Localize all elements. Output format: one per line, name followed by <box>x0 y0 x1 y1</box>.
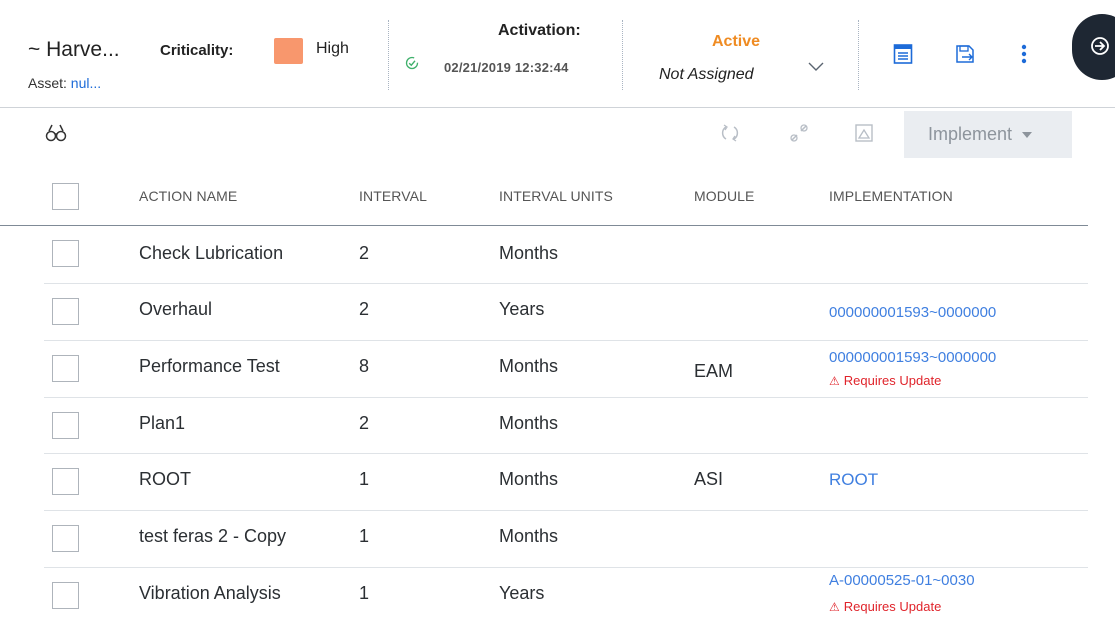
interval: 1 <box>359 469 370 489</box>
activation-label: Activation: <box>498 22 581 39</box>
row-checkbox[interactable] <box>52 468 79 495</box>
activation-date: 02/21/2019 12:32:44 <box>444 60 569 75</box>
warning-text: Requires Update <box>843 599 942 614</box>
asset-strategy-header: ~ Harve... Asset: nul... Criticality: Hi… <box>0 0 1115 108</box>
requires-update-warning[interactable]: ⚠ Requires Update <box>829 599 941 614</box>
row-checkbox[interactable] <box>52 582 79 609</box>
interval: 2 <box>359 299 370 319</box>
column-header-interval[interactable]: INTERVAL <box>359 188 427 204</box>
action-name[interactable]: Plan1 <box>139 413 185 434</box>
row-checkbox[interactable] <box>52 412 79 439</box>
implement-button[interactable]: Implement <box>904 111 1072 158</box>
row-divider <box>44 397 1088 398</box>
warning-icon: ⚠ <box>829 600 840 614</box>
module: ASI <box>694 469 724 489</box>
asset-line: Asset: nul... <box>28 75 101 91</box>
image-icon[interactable] <box>853 122 875 144</box>
unlink-icon[interactable] <box>788 122 810 144</box>
asset-link[interactable]: nul... <box>71 75 101 91</box>
implementation-link[interactable]: ROOT <box>829 470 878 490</box>
criticality-color-swatch <box>274 38 303 64</box>
save-icon[interactable] <box>955 43 975 65</box>
action-name[interactable]: test feras 2 - Copy <box>139 526 286 547</box>
header-divider <box>622 20 623 90</box>
header-divider <box>858 20 859 90</box>
row-checkbox[interactable] <box>52 298 79 325</box>
state-assignee[interactable]: Not Assigned <box>659 66 754 84</box>
action-name[interactable]: Overhaul <box>139 299 212 320</box>
row-divider <box>44 340 1088 341</box>
interval: 2 <box>359 243 370 263</box>
caret-down-icon <box>1022 132 1033 139</box>
page-title: ~ Harve... <box>28 38 120 61</box>
criticality-value: High <box>316 40 349 57</box>
interval-units: Years <box>499 299 545 319</box>
implementation-link[interactable]: A-00000525-01~0030 <box>829 572 975 589</box>
interval-units: Months <box>499 413 559 433</box>
row-checkbox[interactable] <box>52 525 79 552</box>
asset-label: Asset: <box>28 75 67 91</box>
header-divider <box>388 20 389 90</box>
interval-units: Months <box>499 526 559 546</box>
module: EAM <box>694 361 734 381</box>
interval-units: Years <box>499 583 545 603</box>
interval: 8 <box>359 356 370 376</box>
action-name[interactable]: ROOT <box>139 469 191 490</box>
interval-units: Months <box>499 469 559 489</box>
requires-update-warning[interactable]: ⚠ Requires Update <box>829 373 941 388</box>
row-divider <box>44 453 1088 454</box>
more-options-icon[interactable] <box>1014 43 1034 65</box>
column-header-interval-units[interactable]: INTERVAL UNITS <box>499 188 613 204</box>
warning-icon: ⚠ <box>829 374 840 388</box>
interval-units: Months <box>499 356 559 376</box>
details-icon[interactable] <box>893 43 913 65</box>
chevron-down-icon[interactable] <box>808 62 824 72</box>
row-divider <box>44 510 1088 511</box>
criticality-label: Criticality: <box>160 42 234 59</box>
row-checkbox[interactable] <box>52 355 79 382</box>
interval: 2 <box>359 413 370 433</box>
state-status[interactable]: Active <box>712 33 760 51</box>
interval: 1 <box>359 583 370 603</box>
row-divider <box>44 567 1088 568</box>
row-checkbox[interactable] <box>52 240 79 267</box>
table-header-divider <box>0 225 1088 226</box>
side-panel-toggle-icon <box>1091 37 1109 55</box>
implement-label: Implement <box>928 124 1013 144</box>
implementation-link[interactable]: 000000001593~0000000 <box>829 349 996 366</box>
refresh-icon[interactable] <box>719 122 741 144</box>
side-panel-toggle[interactable] <box>1072 14 1115 80</box>
implementation-link[interactable]: 000000001593~0000000 <box>829 304 996 321</box>
warning-text: Requires Update <box>843 373 942 388</box>
search-icon[interactable] <box>45 122 67 144</box>
interval: 1 <box>359 526 370 546</box>
select-all-checkbox[interactable] <box>52 183 79 210</box>
column-header-action-name[interactable]: ACTION NAME <box>139 188 237 204</box>
column-header-implementation[interactable]: IMPLEMENTATION <box>829 188 953 204</box>
action-name[interactable]: Vibration Analysis <box>139 583 281 604</box>
column-header-module[interactable]: MODULE <box>694 188 755 204</box>
row-divider <box>44 283 1088 284</box>
check-circle-icon <box>405 56 419 70</box>
action-name[interactable]: Check Lubrication <box>139 243 283 264</box>
interval-units: Months <box>499 243 559 263</box>
action-name[interactable]: Performance Test <box>139 356 280 377</box>
